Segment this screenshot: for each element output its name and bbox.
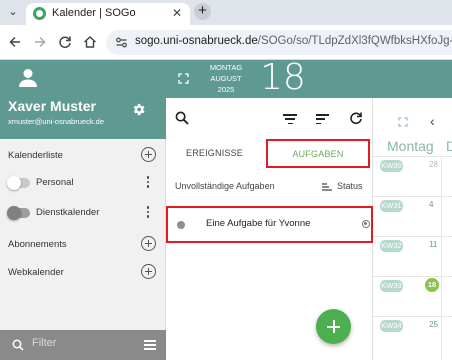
calendar-day-label: Montag: [387, 138, 434, 154]
search-icon[interactable]: [175, 111, 189, 125]
week-number: KW34: [380, 320, 403, 332]
week-number: KW31: [380, 200, 403, 212]
expand-icon[interactable]: [178, 73, 189, 84]
sort-icon[interactable]: [322, 183, 332, 191]
address-bar[interactable]: sogo.uni-osnabrueck.de/SOGo/so/TLdpZdXl3…: [106, 30, 452, 55]
calendar-header: [373, 60, 452, 98]
sort-icon[interactable]: [316, 114, 330, 128]
subscriptions-label: Abonnements: [8, 239, 67, 250]
task-list-panel: MONTAG AUGUST 2025 18 EREIGNISSE AUFGABE…: [166, 57, 373, 360]
date-text: MONTAG AUGUST 2025: [206, 62, 246, 95]
tab-events[interactable]: EREIGNISSE: [186, 148, 243, 158]
view-tabs: EREIGNISSE AUFGABEN: [166, 139, 373, 169]
calendar-filter-input[interactable]: Filter: [32, 337, 56, 349]
calendar-list-header: Kalenderliste: [0, 147, 166, 167]
day-number[interactable]: 11: [429, 240, 437, 249]
kebab-icon[interactable]: [146, 206, 150, 220]
filter-icon[interactable]: [283, 114, 297, 128]
week-number: KW30: [380, 160, 403, 172]
chevron-left-icon[interactable]: ‹: [430, 113, 435, 129]
browser-toolbar: sogo.uni-osnabrueck.de/SOGo/so/TLdpZdXl3…: [0, 25, 452, 60]
url-path: /SOGo/so/TLdpZdXl3fQWfbksHXfoJg--/Calend…: [257, 35, 452, 47]
tab-close-icon[interactable]: ✕: [172, 6, 182, 20]
calendar-list-label: Kalenderliste: [8, 150, 63, 161]
url-text: sogo.uni-osnabrueck.de/SOGo/so/TLdpZdXl3…: [135, 35, 452, 47]
calendar-item-dienstkalender[interactable]: Dienstkalender: [0, 206, 166, 226]
back-icon[interactable]: [7, 34, 23, 50]
subscriptions-header: Abonnements: [0, 236, 166, 256]
calendar-label-personal: Personal: [36, 177, 74, 188]
tab-title: Kalender | SOGo: [52, 7, 136, 19]
home-icon[interactable]: [82, 34, 98, 50]
calendar-label-dienstkalender: Dienstkalender: [36, 207, 100, 218]
date-month: AUGUST: [210, 74, 242, 83]
task-status-dot[interactable]: [177, 221, 185, 229]
calendar-item-personal[interactable]: Personal: [0, 176, 166, 196]
refresh-icon[interactable]: [349, 111, 363, 125]
expand-icon[interactable]: [398, 117, 408, 127]
user-name: Xaver Muster: [8, 98, 96, 114]
sidebar: Xaver Muster xmuster@uni-osnabrueck.de K…: [0, 60, 166, 360]
calendar-toggle-personal[interactable]: [7, 176, 30, 190]
week-number: KW32: [380, 240, 403, 252]
day-number[interactable]: 25: [429, 320, 438, 329]
kebab-icon[interactable]: [146, 176, 150, 190]
day-number[interactable]: 4: [429, 200, 433, 209]
calendar-indicator-icon: [362, 220, 370, 228]
calendar-toggle-dienstkalender[interactable]: [7, 206, 30, 220]
webcalendar-header: Webkalender: [0, 264, 166, 284]
gear-icon[interactable]: [131, 102, 146, 117]
browser-tab[interactable]: Kalender | SOGo ✕: [26, 3, 190, 25]
week-number: KW33: [380, 280, 403, 292]
tab-list-icon[interactable]: ⌄: [6, 5, 20, 19]
url-host: sogo.uni-osnabrueck.de: [135, 35, 258, 47]
task-row[interactable]: Eine Aufgabe für Yvonne: [166, 206, 373, 243]
user-panel: Xaver Muster xmuster@uni-osnabrueck.de: [0, 60, 166, 139]
date-year: 2025: [217, 85, 235, 94]
user-email: xmuster@uni-osnabrueck.de: [8, 117, 104, 126]
forward-icon[interactable]: [32, 34, 48, 50]
add-webcalendar-button[interactable]: [141, 264, 156, 279]
tab-tasks-label: AUFGABEN: [292, 149, 344, 159]
date-header: MONTAG AUGUST 2025 18: [166, 57, 373, 98]
browser-tabbar: ⌄ Kalender | SOGo ✕ +: [0, 0, 452, 25]
new-tab-button[interactable]: +: [194, 3, 211, 20]
date-day-number: 18: [260, 57, 306, 98]
person-icon: [19, 69, 37, 87]
add-subscription-button[interactable]: [141, 236, 156, 251]
site-info-icon[interactable]: [115, 36, 128, 49]
menu-icon[interactable]: [144, 340, 156, 350]
tab-tasks[interactable]: AUFGABEN: [266, 139, 370, 168]
calendar-filter-bar: Filter: [0, 330, 166, 360]
task-filter-label[interactable]: Unvollständige Aufgaben: [175, 181, 275, 191]
task-title: Eine Aufgabe für Yvonne: [206, 218, 311, 229]
search-icon: [12, 339, 24, 351]
day-number[interactable]: 28: [429, 160, 438, 169]
sogo-favicon-icon: [33, 7, 46, 20]
webcalendar-label: Webkalender: [8, 267, 64, 278]
add-task-button[interactable]: [316, 309, 351, 344]
date-weekday: MONTAG: [209, 63, 243, 72]
day-column-divider: [441, 156, 442, 360]
reload-icon[interactable]: [57, 34, 73, 50]
calendar-view: ‹ Montag D KW30 28 KW31 4 KW32 11 KW33 1…: [373, 60, 452, 360]
task-sort-label[interactable]: Status: [337, 181, 363, 191]
add-calendar-button[interactable]: [141, 147, 156, 162]
day-number-today[interactable]: 18: [425, 278, 439, 292]
sogo-window: ⌄ Kalender | SOGo ✕ + sogo.uni-osnabruec…: [0, 0, 452, 360]
calendar-day-label-next: D: [446, 138, 452, 154]
